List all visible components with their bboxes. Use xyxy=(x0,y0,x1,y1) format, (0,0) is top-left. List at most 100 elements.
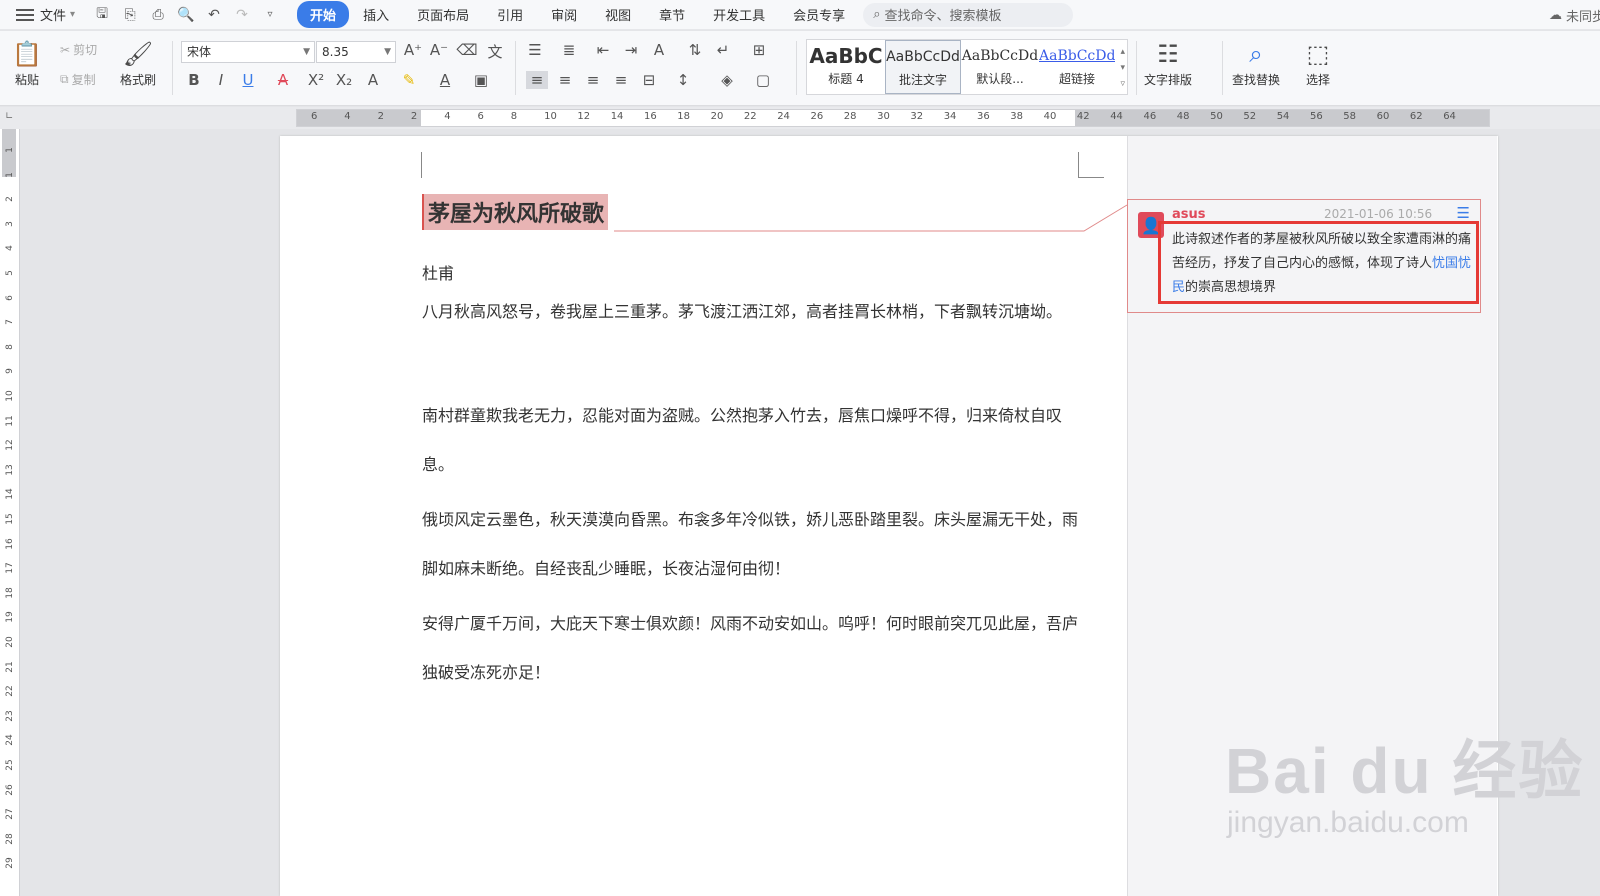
increase-indent-icon[interactable]: ⇥ xyxy=(620,41,642,59)
save-icon[interactable]: 🖫 xyxy=(93,3,111,27)
tab-section[interactable]: 章节 xyxy=(645,1,699,28)
command-search[interactable]: ⌕ 查找命令、搜索模板 xyxy=(863,2,1074,27)
underline-icon[interactable]: U xyxy=(237,71,259,89)
shrink-font-icon[interactable]: A⁻ xyxy=(428,41,450,59)
format-painter-icon: 🖌 xyxy=(122,40,154,68)
grow-font-icon[interactable]: A⁺ xyxy=(402,41,424,59)
ruler-tick-label: 2 xyxy=(377,111,384,122)
tab-stop-icon[interactable]: ∟ xyxy=(5,111,13,122)
print-preview-icon[interactable]: 🔍 xyxy=(177,7,195,23)
style-scroll-icon[interactable]: ▴ ▾ ▿ xyxy=(1120,44,1125,92)
redo-icon[interactable]: ↷ xyxy=(233,7,251,23)
copy-button[interactable]: ⧉ 复制 xyxy=(60,71,96,88)
print-icon[interactable]: ⎙ xyxy=(149,7,167,23)
sort-icon[interactable]: ⇅ xyxy=(684,41,706,59)
ribbon-toolbar: 📋 粘贴 ✂ 剪切 ⧉ 复制 🖌 格式刷 宋体 ▼ 8.35 ▼ A⁺ A⁻ ⌫ 文… xyxy=(0,31,1600,106)
font-name-select[interactable]: 宋体 ▼ xyxy=(181,41,315,63)
distribute-icon[interactable]: ⊟ xyxy=(638,71,660,89)
chevron-down-icon[interactable]: ▾ xyxy=(70,9,75,20)
paragraph[interactable]: 俄顷风定云墨色，秋天漠漠向昏黑。布衾多年冷似铁，娇儿恶卧踏里裂。床头屋漏无干处，… xyxy=(422,495,1082,593)
cloud-sync-status[interactable]: ☁ 未同步 xyxy=(1549,6,1600,25)
paragraph[interactable]: 八月秋高风怒号，卷我屋上三重茅。茅飞渡江洒江郊，高者挂罥长林梢，下者飘转沉塘坳。 xyxy=(422,287,1082,336)
style-comment-text[interactable]: AaBbCcDd 批注文字 xyxy=(885,40,961,94)
tab-member[interactable]: 会员专享 xyxy=(779,1,859,28)
menu-icon[interactable] xyxy=(16,8,34,21)
cut-button[interactable]: ✂ 剪切 xyxy=(60,41,97,58)
comment-text[interactable]: 此诗叙述作者的茅屋被秋风所破以致全家遭雨淋的痛苦经历，抒发了自己内心的感慨，体现… xyxy=(1172,228,1474,300)
document-author[interactable]: 杜甫 xyxy=(422,260,454,284)
clear-format-icon[interactable]: ⌫ xyxy=(456,41,478,59)
ruler-tick-label: 6 xyxy=(477,111,484,122)
strikethrough-icon[interactable]: A xyxy=(272,71,294,89)
watermark-brand: Bai du 经验 xyxy=(1225,735,1585,807)
ruler-tick-label: 18 xyxy=(677,111,691,122)
tab-review[interactable]: 审阅 xyxy=(537,1,591,28)
phonetic-guide-icon[interactable]: 文 xyxy=(484,41,506,62)
paragraph[interactable]: 安得广厦千万间，大庇天下寒士俱欢颜！风雨不动安如山。呜呼！何时眼前突兀见此屋，吾… xyxy=(422,599,1082,697)
font-color-icon[interactable]: A xyxy=(434,71,456,89)
border-icon[interactable]: ▢ xyxy=(752,71,774,89)
comment-balloon[interactable]: 👤 asus 2021-01-06 10:56 ☰ 此诗叙述作者的茅屋被秋风所破… xyxy=(1127,199,1481,313)
numbered-list-icon[interactable]: ≣ xyxy=(558,41,580,59)
paragraph[interactable]: 南村群童欺我老无力，忍能对面为盗贼。公然抱茅入竹去，唇焦口燥呼不得，归来倚杖自叹… xyxy=(422,391,1082,489)
ruler-tick-label: 32 xyxy=(910,111,924,122)
italic-icon[interactable]: I xyxy=(210,71,232,89)
shading-icon[interactable]: ◈ xyxy=(716,71,738,89)
ruler-tick-label: 4 xyxy=(444,111,451,122)
tab-insert[interactable]: 插入 xyxy=(349,1,403,28)
text-layout-button[interactable]: ☷ 文字排版 xyxy=(1144,37,1192,88)
ruler-tick-label: 3 xyxy=(5,220,15,227)
ruler-tick-label: 15 xyxy=(5,513,15,525)
undo-icon[interactable]: ↶ xyxy=(205,7,223,23)
quick-access-toolbar: 🖫 ⎘ ⎙ 🔍 ↶ ↷ ▿ xyxy=(93,3,279,27)
justify-icon[interactable]: ≡ xyxy=(610,71,632,89)
ruler-tick-label: 26 xyxy=(810,111,824,122)
document-title[interactable]: 茅屋为秋风所破歌 xyxy=(422,194,609,230)
export-icon[interactable]: ⎘ xyxy=(121,7,139,23)
style-default-paragraph[interactable]: AaBbCcDd 默认段... xyxy=(961,40,1039,94)
align-center-icon[interactable]: ≡ xyxy=(554,71,576,89)
comment-menu-icon[interactable]: ☰ xyxy=(1457,204,1470,222)
bullet-list-icon[interactable]: ☰ xyxy=(524,41,546,59)
highlight-icon[interactable]: ✎ xyxy=(398,71,420,89)
ruler-tick-label: 23 xyxy=(5,710,15,722)
tab-home[interactable]: 开始 xyxy=(297,1,350,28)
tab-view[interactable]: 视图 xyxy=(591,1,645,28)
vertical-ruler[interactable]: 1 1 2 3 4 5 6 7 8 9 10 11 12 13 14 15 16 17 18 19 20 21 22 23 24… xyxy=(0,129,20,896)
ruler-tick-label: 22 xyxy=(5,685,15,697)
superscript-icon[interactable]: X² xyxy=(305,71,327,89)
ruler-tick-label: 13 xyxy=(5,464,15,476)
ruler-tick-label: 54 xyxy=(1276,111,1290,122)
bold-icon[interactable]: B xyxy=(183,71,205,89)
ruler-tick-label: 10 xyxy=(544,111,557,122)
align-left-icon[interactable]: ≡ xyxy=(526,71,548,89)
format-painter-button[interactable]: 🖌 格式刷 xyxy=(120,37,156,88)
ruler-tick-label: 24 xyxy=(5,734,15,747)
find-replace-button[interactable]: ⌕ 查找替换 xyxy=(1232,37,1280,88)
char-border-icon[interactable]: ▣ xyxy=(470,71,492,89)
customize-icon[interactable]: ▿ xyxy=(261,9,279,20)
ruler-tick-label: 25 xyxy=(5,759,15,771)
ruler-tick-label: 22 xyxy=(743,111,757,122)
text-effect-icon[interactable]: A xyxy=(362,71,384,89)
tab-references[interactable]: 引用 xyxy=(483,1,537,28)
text-direction-icon[interactable]: A xyxy=(648,41,670,59)
style-hyperlink[interactable]: AaBbCcDd 超链接 xyxy=(1039,40,1115,94)
line-spacing-icon[interactable]: ↕ xyxy=(672,71,694,89)
subscript-icon[interactable]: X₂ xyxy=(333,71,355,89)
select-button[interactable]: ⬚ 选择 xyxy=(1306,37,1330,88)
ruler-tick-label: 8 xyxy=(5,343,15,350)
align-right-icon[interactable]: ≡ xyxy=(582,71,604,89)
ruler-tick-label: 62 xyxy=(1409,111,1423,122)
file-menu[interactable]: 文件 xyxy=(40,5,66,24)
ruler-tick-label: 42 xyxy=(1076,111,1090,122)
style-heading-4[interactable]: AaBbC 标题 4 xyxy=(807,40,885,94)
tab-developer[interactable]: 开发工具 xyxy=(699,1,779,28)
tab-page-layout[interactable]: 页面布局 xyxy=(403,1,483,28)
font-size-select[interactable]: 8.35 ▼ xyxy=(316,41,396,63)
show-marks-icon[interactable]: ↵ xyxy=(712,41,734,59)
table-border-icon[interactable]: ⊞ xyxy=(748,41,770,59)
horizontal-ruler[interactable]: ∟ 6 4 2 2 4 6 8 10 12 14 16 18 20 22 24 26 28 30 32 34 36 38 4… xyxy=(0,107,1600,129)
paste-button[interactable]: 📋 粘贴 xyxy=(12,37,42,88)
decrease-indent-icon[interactable]: ⇤ xyxy=(592,41,614,59)
